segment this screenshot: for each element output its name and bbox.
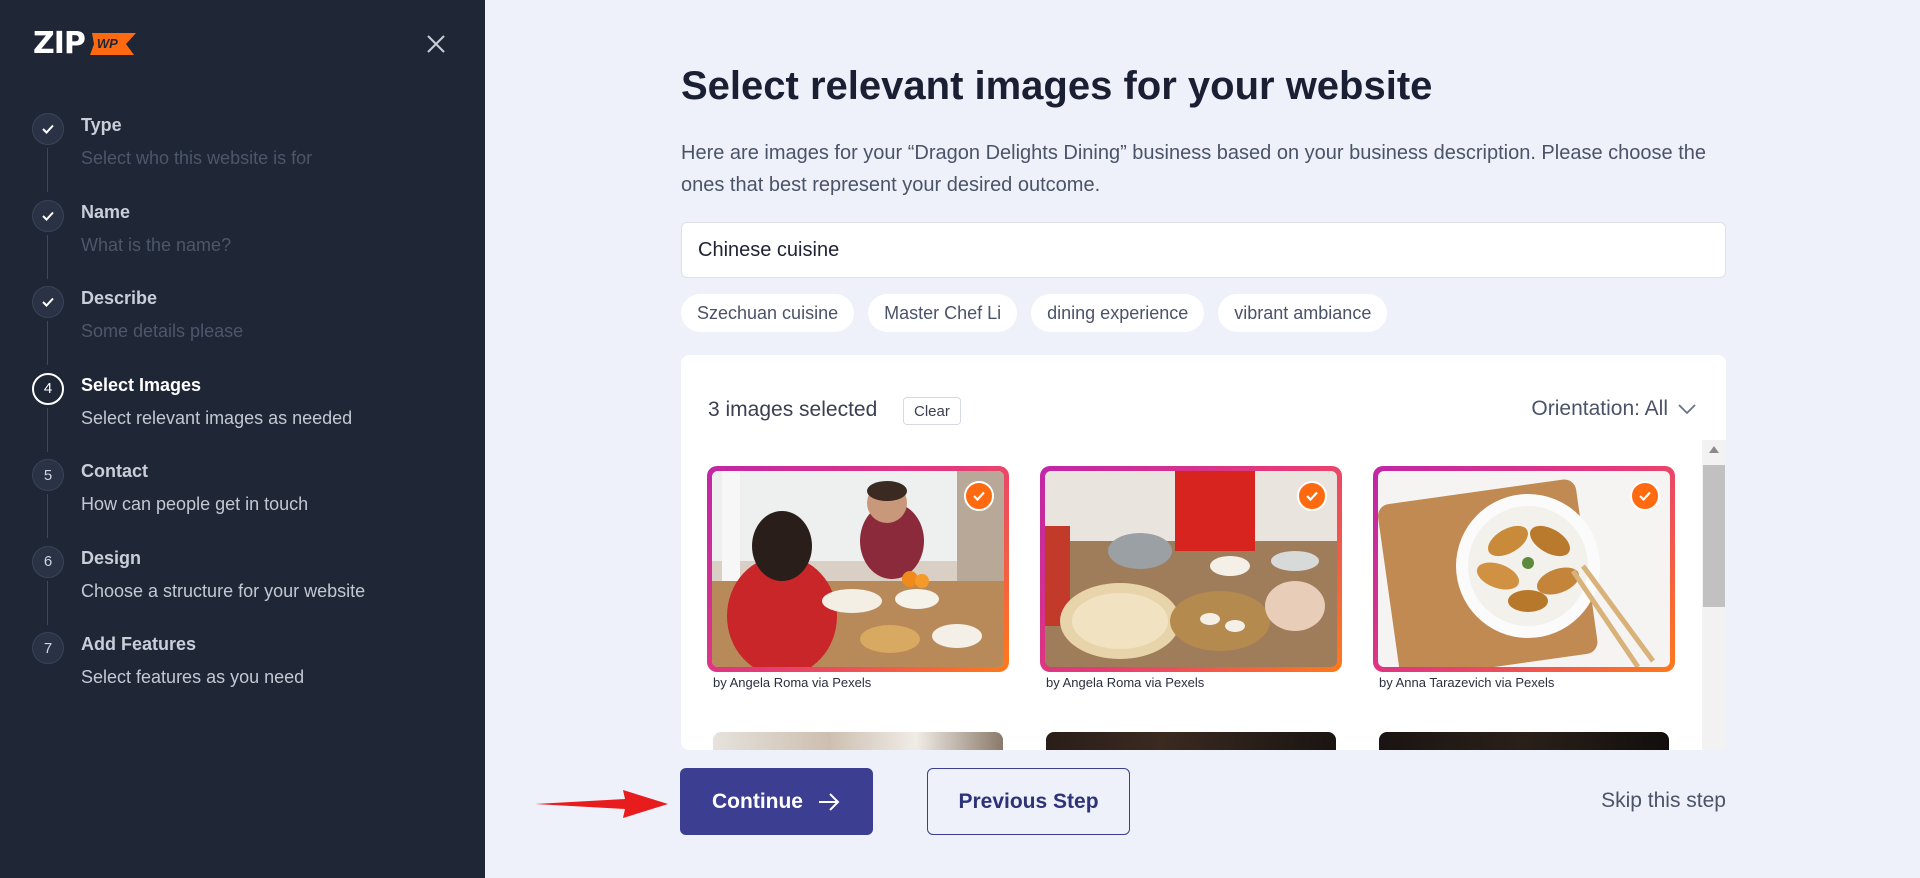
gallery-image[interactable] (707, 466, 1009, 672)
keyword-chip[interactable]: Master Chef Li (868, 294, 1018, 332)
sidebar: ZIP WP Type Select who this website is f… (0, 0, 485, 878)
step-number: 5 (32, 459, 64, 491)
step-connector (47, 148, 48, 192)
step-subtitle: What is the name? (81, 234, 232, 255)
keyword-search[interactable] (681, 222, 1726, 278)
gallery-scrollbar[interactable] (1702, 440, 1726, 750)
step-subtitle: Select features as you need (81, 667, 305, 687)
step-subtitle: Choose a structure for your website (81, 580, 366, 601)
orientation-dropdown[interactable]: Orientation: All (1531, 397, 1696, 421)
chevron-down-icon (1678, 404, 1696, 415)
keyword-input[interactable] (698, 238, 1709, 262)
orientation-label: Orientation: All (1531, 397, 1668, 420)
step-subtitle: Select relevant images as needed (81, 407, 353, 428)
page-title: Select relevant images for your website (681, 64, 1433, 108)
selected-count: 3 images selected (708, 398, 878, 421)
check-icon (964, 481, 994, 511)
step-title: Name (81, 201, 131, 222)
step-connector (47, 234, 48, 279)
step-connector (47, 321, 48, 365)
continue-button[interactable]: Continue (680, 768, 873, 835)
image-credit: by Angela Roma via Pexels (1046, 675, 1205, 690)
image-credit: by Angela Roma via Pexels (713, 675, 872, 690)
step-subtitle: How can people get in touch (81, 494, 309, 514)
keyword-chip[interactable]: vibrant ambiance (1218, 294, 1388, 332)
image-thumbnail (1045, 471, 1337, 667)
check-icon (1297, 481, 1327, 511)
step-title: Type (81, 115, 122, 135)
step-title: Add Features (81, 634, 197, 654)
step-connector (47, 494, 48, 538)
scroll-up-icon[interactable] (1709, 446, 1719, 453)
keyword-chip[interactable]: Szechuan cuisine (681, 294, 855, 332)
step-number: 7 (32, 632, 64, 664)
skip-step-link[interactable]: Skip this step (1601, 789, 1726, 813)
gallery-image[interactable] (1040, 466, 1342, 672)
step-connector (47, 580, 48, 625)
page-description: Here are images for your “Dragon Delight… (681, 142, 1706, 196)
zipwp-logo: ZIP WP (33, 26, 138, 61)
step-title: Design (81, 547, 142, 568)
step-number: 4 (32, 372, 64, 405)
close-icon[interactable] (422, 30, 450, 58)
image-thumbnail (1378, 471, 1670, 667)
step-subtitle: Some details please (81, 321, 244, 341)
annotation-arrow-icon (535, 790, 668, 818)
previous-step-button[interactable]: Previous Step (927, 768, 1130, 835)
check-icon (32, 286, 64, 318)
step-title: Describe (81, 288, 158, 308)
step-subtitle: Select who this website is for (81, 148, 313, 168)
logo-badge-text: WP (96, 35, 118, 51)
check-icon (1630, 481, 1660, 511)
gallery-image[interactable] (713, 732, 1003, 750)
gallery-image[interactable] (1373, 466, 1675, 672)
image-credit: by Anna Tarazevich via Pexels (1379, 675, 1555, 690)
gallery-image[interactable] (1379, 732, 1669, 750)
continue-label: Continue (712, 789, 803, 813)
check-icon (32, 113, 64, 145)
keyword-suggestions: Szechuan cuisine Master Chef Li dining e… (681, 294, 1388, 332)
logo-text: ZIP (33, 26, 86, 61)
clear-button[interactable]: Clear (903, 397, 961, 425)
image-thumbnail (712, 471, 1004, 667)
keyword-chip[interactable]: dining experience (1031, 294, 1205, 332)
scroll-thumb[interactable] (1703, 465, 1725, 607)
logo-badge: WP (88, 29, 138, 59)
step-connector (47, 407, 48, 452)
check-icon (32, 199, 64, 232)
arrow-right-icon (818, 792, 840, 811)
step-title: Select Images (81, 374, 202, 395)
step-number: 6 (32, 545, 64, 578)
image-gallery-panel: 3 images selected Clear Orientation: All (681, 355, 1726, 750)
gallery-image[interactable] (1046, 732, 1336, 750)
step-title: Contact (81, 461, 148, 481)
